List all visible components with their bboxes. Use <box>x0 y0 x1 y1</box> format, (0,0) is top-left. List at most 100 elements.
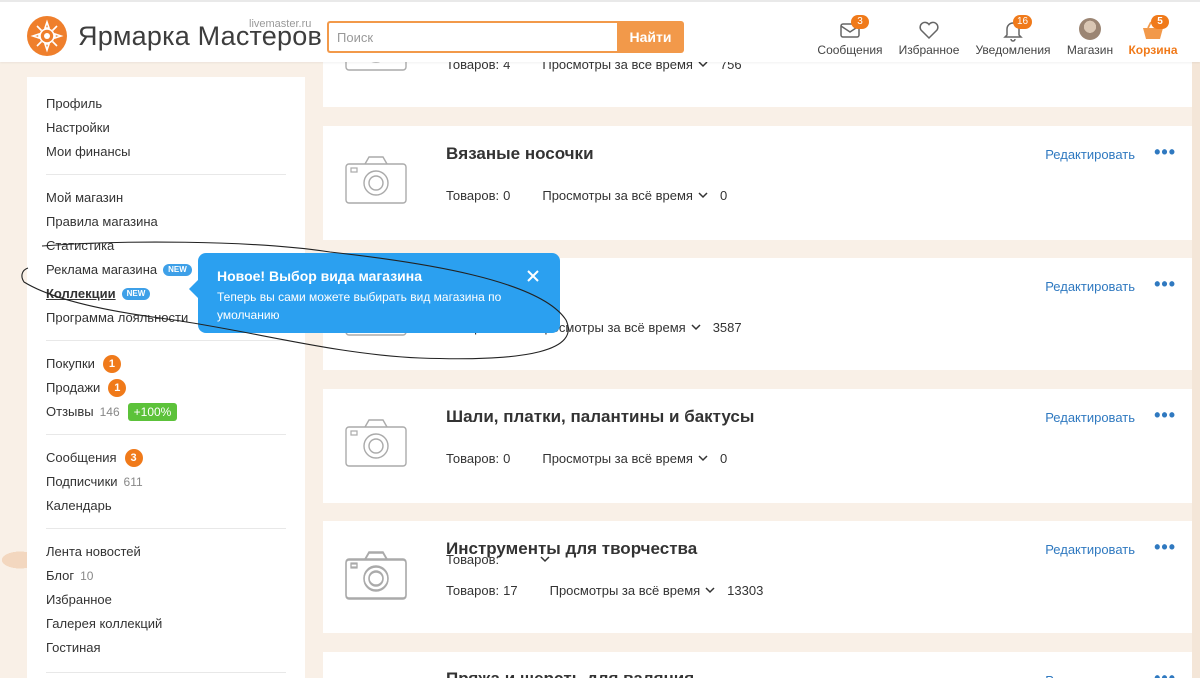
chevron-down-icon[interactable] <box>691 324 701 331</box>
tooltip-title: Новое! Выбор вида магазина <box>217 268 423 284</box>
logo-icon[interactable] <box>27 16 67 56</box>
collection-card: Шали, платки, палантины и бактусы Редакти… <box>323 389 1192 503</box>
cart-badge: 5 <box>1151 15 1169 29</box>
sidebar-item-profile[interactable]: Профиль <box>46 92 286 116</box>
header-cart-label: Корзина <box>1128 43 1178 57</box>
header-cart[interactable]: 5 Корзина <box>1127 15 1179 57</box>
sidebar-group-orders: Покупки 1 Продажи 1 Отзывы 146 +100% <box>27 352 305 424</box>
items-label: Товаров: <box>446 583 500 598</box>
camera-placeholder-icon[interactable] <box>345 419 407 472</box>
sidebar-item-finances[interactable]: Мои финансы <box>46 140 286 164</box>
more-options-icon[interactable]: ••• <box>1154 142 1176 163</box>
views-period-dropdown[interactable]: Просмотры за всё время <box>542 188 693 203</box>
sidebar-item-shop-ads-label: Реклама магазина <box>46 262 158 277</box>
new-badge: NEW <box>121 288 151 300</box>
search-button[interactable]: Найти <box>617 21 684 53</box>
sidebar-item-sales[interactable]: Продажи 1 <box>46 376 286 400</box>
sales-count-badge: 1 <box>108 379 127 397</box>
sidebar-item-settings[interactable]: Настройки <box>46 116 286 140</box>
sidebar-divider <box>46 434 286 435</box>
sidebar-item-blog-label: Блог <box>46 568 75 583</box>
header-favorites[interactable]: Избранное <box>897 18 961 57</box>
shop-avatar-wrap <box>1064 18 1116 42</box>
heart-icon <box>897 18 961 42</box>
header-messages-label: Сообщения <box>817 43 883 57</box>
sidebar-item-reviews-label: Отзывы <box>46 404 94 419</box>
camera-placeholder-icon[interactable] <box>345 552 407 605</box>
sidebar-item-reviews[interactable]: Отзывы 146 +100% <box>46 400 286 424</box>
edit-link[interactable]: Редактировать <box>1045 147 1135 162</box>
subscribers-count: 611 <box>123 475 143 489</box>
camera-placeholder-icon[interactable] <box>345 156 407 209</box>
collection-stats: Товаров: 0 Просмотры за всё время 0 <box>446 188 727 203</box>
items-label: Товаров: <box>446 451 500 466</box>
edit-link[interactable]: Редактировать <box>1045 673 1135 678</box>
header-shop-label: Магазин <box>1066 43 1114 57</box>
chevron-down-icon[interactable] <box>698 192 708 199</box>
more-options-icon[interactable]: ••• <box>1154 537 1176 558</box>
chevron-down-icon[interactable] <box>705 587 715 594</box>
edit-link[interactable]: Редактировать <box>1045 279 1135 294</box>
header-messages[interactable]: 3 Сообщения <box>817 15 883 57</box>
messages-count-badge: 3 <box>124 449 143 467</box>
sidebar-item-favorites[interactable]: Избранное <box>46 588 286 612</box>
collection-title[interactable]: Шали, платки, палантины и бактусы <box>446 407 754 427</box>
sidebar-item-messages[interactable]: Сообщения 3 <box>46 446 286 470</box>
sidebar-item-shop-rules[interactable]: Правила магазина <box>46 210 286 234</box>
sidebar-item-collections-label: Коллекции <box>46 286 116 301</box>
header-notifications[interactable]: 16 Уведомления <box>975 15 1051 57</box>
sidebar-divider <box>46 672 286 673</box>
sidebar-item-calendar[interactable]: Календарь <box>46 494 286 518</box>
search-input[interactable] <box>327 21 617 53</box>
edit-link[interactable]: Редактировать <box>1045 542 1135 557</box>
edit-link[interactable]: Редактировать <box>1045 410 1135 425</box>
sidebar-item-collection-gallery[interactable]: Галерея коллекций <box>46 612 286 636</box>
collection-stats: Товаров: <box>446 552 562 567</box>
sidebar-divider <box>46 174 286 175</box>
items-count: 0 <box>503 188 511 203</box>
chevron-down-icon[interactable] <box>540 556 550 563</box>
scroll-gutter <box>1192 62 1200 678</box>
logo-subtext: livemaster.ru <box>249 18 312 30</box>
views-period-dropdown[interactable]: Просмотры за всё время <box>550 583 701 598</box>
sidebar-item-blog[interactable]: Блог 10 <box>46 564 286 588</box>
collection-title[interactable]: Вязаные носочки <box>446 144 594 164</box>
header-shop[interactable]: Магазин <box>1064 18 1116 57</box>
envelope-icon: 3 <box>817 15 883 42</box>
header-notifications-label: Уведомления <box>975 43 1051 57</box>
more-options-icon[interactable]: ••• <box>1154 668 1176 678</box>
close-icon[interactable] <box>526 269 540 283</box>
views-period-dropdown[interactable]: Просмотры за всё время <box>542 451 693 466</box>
sidebar-item-purchases-label: Покупки <box>46 356 95 371</box>
blog-count: 10 <box>80 569 94 583</box>
collection-card: Пряжа и шерсть для валяния Редактировать •… <box>323 552 1192 678</box>
views-count: 0 <box>719 188 728 203</box>
more-options-icon[interactable]: ••• <box>1154 405 1176 426</box>
sidebar-item-subscribers[interactable]: Подписчики 611 <box>46 470 286 494</box>
views-count: 13303 <box>727 583 764 598</box>
sidebar-divider <box>46 528 286 529</box>
chevron-down-icon[interactable] <box>698 455 708 462</box>
more-options-icon[interactable]: ••• <box>1154 274 1176 295</box>
items-count: 17 <box>503 583 518 598</box>
top-header: Ярмарка Мастеров livemaster.ru Найти 3 С… <box>0 0 1200 62</box>
sidebar-divider <box>46 340 286 341</box>
tooltip-body: Теперь вы сами можете выбирать вид магаз… <box>217 290 502 322</box>
sidebar-item-my-shop[interactable]: Мой магазин <box>46 186 286 210</box>
messages-badge: 3 <box>851 15 869 29</box>
collection-card: Инструменты для творчества Редактировать •… <box>323 521 1192 633</box>
sidebar-group-social: Сообщения 3 Подписчики 611 Календарь <box>27 446 305 518</box>
sidebar-item-guest-room[interactable]: Гостиная <box>46 636 286 660</box>
reviews-rating-badge: +100% <box>127 403 178 421</box>
sidebar-item-purchases[interactable]: Покупки 1 <box>46 352 286 376</box>
sidebar-item-subscribers-label: Подписчики <box>46 474 118 489</box>
views-count: 0 <box>719 451 728 466</box>
collection-card: Вязаные носочки Редактировать ••• Товаров:… <box>323 126 1192 240</box>
sidebar: Профиль Настройки Мои финансы Мой магази… <box>27 77 305 678</box>
sidebar-item-news-feed[interactable]: Лента новостей <box>46 540 286 564</box>
sidebar-item-sales-label: Продажи <box>46 380 101 395</box>
collection-title[interactable]: Пряжа и шерсть для валяния <box>446 669 694 678</box>
sidebar-group-community: Лента новостей Блог 10 Избранное Галерея… <box>27 540 305 660</box>
chevron-down-icon[interactable] <box>698 61 708 68</box>
collection-stats: Товаров: 0 Просмотры за всё время 0 <box>446 451 727 466</box>
